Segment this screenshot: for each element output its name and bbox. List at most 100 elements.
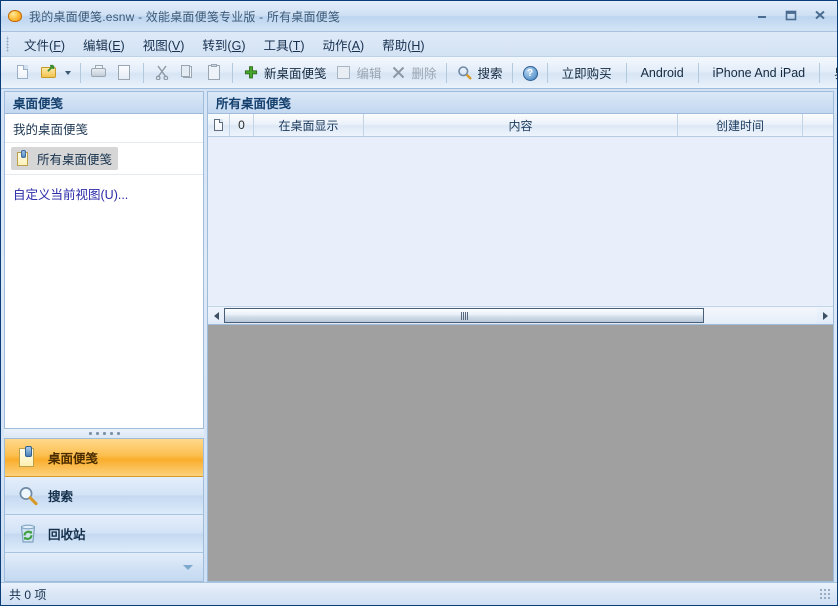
edit-label: 编辑 <box>356 67 382 81</box>
copy-icon <box>179 64 197 82</box>
iphone-label: iPhone And iPad <box>712 65 806 80</box>
edit-note-button[interactable]: 编辑 <box>331 61 386 85</box>
printer-icon <box>90 64 108 82</box>
skin-label: 界面风格 <box>834 63 838 82</box>
recycle-bin-icon <box>17 523 39 545</box>
body-area: 桌面便笺 我的桌面便笺 所有桌面便笺 自定义当前视图(U)... 桌面便笺 搜索… <box>1 89 837 582</box>
right-panel-header: 所有桌面便笺 <box>207 91 834 113</box>
menu-label: 转到 <box>202 38 228 53</box>
toolbar-separator <box>80 62 81 83</box>
help-question-icon: ? <box>522 65 538 81</box>
nav-button-recycle-bin[interactable]: 回收站 <box>5 515 203 553</box>
left-panel-header: 桌面便笺 <box>4 91 204 113</box>
cut-button[interactable] <box>149 61 175 85</box>
note-preview-pane[interactable] <box>207 325 834 582</box>
menu-mnemonic: F <box>53 38 61 53</box>
window-title: 我的桌面便笺.esnw - 效能桌面便笺专业版 - 所有桌面便笺 <box>29 9 341 24</box>
column-header-content[interactable]: 内容 <box>364 114 678 136</box>
menu-label: 编辑 <box>83 38 109 53</box>
buy-now-button[interactable]: 立即购买 <box>553 61 621 85</box>
nav-overflow-area[interactable] <box>5 553 203 581</box>
page-icon <box>214 119 223 131</box>
notes-list-rows[interactable] <box>208 137 833 306</box>
menu-drag-grip[interactable] <box>5 36 11 52</box>
notes-list-view[interactable]: 0 在桌面显示 内容 创建时间 <box>207 113 834 325</box>
tree-item-all-notes[interactable]: 所有桌面便笺 <box>11 147 119 170</box>
thumb-grip-icon <box>460 311 468 320</box>
toolbar-separator <box>625 62 627 83</box>
navigation-buttons: 桌面便笺 搜索 回收站 <box>4 438 204 582</box>
menu-label: 工具 <box>263 38 289 53</box>
note-icon <box>15 149 31 167</box>
maximize-button[interactable] <box>777 5 804 24</box>
print-preview-button[interactable] <box>112 61 138 85</box>
menu-mnemonic: G <box>231 38 242 53</box>
menu-mnemonic: A <box>351 38 361 53</box>
scissors-icon <box>153 64 171 82</box>
scroll-left-button[interactable] <box>208 308 224 323</box>
iphone-ipad-button[interactable]: iPhone And iPad <box>704 61 814 85</box>
open-folder-icon <box>40 64 58 82</box>
column-header-spacer[interactable] <box>803 114 833 136</box>
open-dropdown-caret[interactable] <box>65 70 71 75</box>
delete-label: 删除 <box>411 67 437 81</box>
minimize-button[interactable] <box>748 5 775 24</box>
menu-item-actions[interactable]: 动作(A) <box>314 32 374 57</box>
status-bar: 共 0 项 <box>1 582 837 605</box>
menu-item-tools[interactable]: 工具(T) <box>255 32 314 57</box>
print-button[interactable] <box>86 61 112 85</box>
chevron-down-icon[interactable] <box>183 564 193 570</box>
nav-button-search[interactable]: 搜索 <box>5 477 203 515</box>
nav-button-desktop-notes[interactable]: 桌面便笺 <box>5 439 203 477</box>
resize-grip-icon[interactable] <box>819 588 831 600</box>
paste-button[interactable] <box>201 61 227 85</box>
tree-group-label: 我的桌面便笺 <box>5 114 203 143</box>
column-header-show-on-desktop[interactable]: 在桌面显示 <box>254 114 364 136</box>
menu-item-help[interactable]: 帮助(H) <box>373 32 433 57</box>
menu-item-file[interactable]: 文件(F) <box>15 32 74 57</box>
nav-button-label: 桌面便笺 <box>48 452 99 466</box>
open-file-button[interactable] <box>36 61 75 85</box>
column-header-attachment-icon[interactable]: 0 <box>230 114 254 136</box>
note-icon <box>17 445 39 469</box>
android-button[interactable]: Android <box>632 61 693 85</box>
sticky-note-app-icon[interactable] <box>7 8 23 24</box>
search-button[interactable]: 搜索 <box>452 61 507 85</box>
navigation-tree[interactable]: 我的桌面便笺 所有桌面便笺 自定义当前视图(U)... <box>4 113 204 429</box>
column-header-page-icon[interactable] <box>208 114 230 136</box>
help-button[interactable]: ? <box>518 61 542 85</box>
new-page-icon <box>14 64 32 82</box>
copy-button[interactable] <box>175 61 201 85</box>
paste-icon <box>205 63 223 82</box>
toolbar-separator <box>546 62 548 83</box>
tree-divider <box>5 174 203 175</box>
delete-note-button[interactable]: 删除 <box>386 61 441 85</box>
customize-view-link[interactable]: 自定义当前视图(U)... <box>13 184 195 203</box>
magnifier-icon <box>456 64 474 82</box>
title-bar: 我的桌面便笺.esnw - 效能桌面便笺专业版 - 所有桌面便笺 <box>1 1 837 32</box>
column-header-created-time[interactable]: 创建时间 <box>678 114 803 136</box>
toolbar-separator <box>697 62 699 83</box>
menu-item-view[interactable]: 视图(V) <box>134 32 194 57</box>
horizontal-scrollbar[interactable] <box>208 306 833 324</box>
skin-style-button[interactable]: 界面风格 <box>825 61 838 85</box>
menu-mnemonic: H <box>411 38 421 53</box>
menu-item-edit[interactable]: 编辑(E) <box>74 32 134 57</box>
new-file-button[interactable] <box>10 61 36 85</box>
scrollbar-thumb[interactable] <box>224 308 705 323</box>
close-button[interactable] <box>806 5 833 24</box>
menu-label: 帮助 <box>382 38 408 53</box>
left-panel: 桌面便笺 我的桌面便笺 所有桌面便笺 自定义当前视图(U)... 桌面便笺 搜索… <box>4 91 204 582</box>
right-panel: 所有桌面便笺 0 在桌面显示 内容 创建时间 <box>207 91 834 582</box>
menu-item-goto[interactable]: 转到(G) <box>193 32 254 57</box>
menu-label: 动作 <box>322 38 348 53</box>
menu-mnemonic: T <box>292 38 301 53</box>
application-window: 我的桌面便笺.esnw - 效能桌面便笺专业版 - 所有桌面便笺 文件(F) 编… <box>0 0 838 606</box>
left-panel-splitter[interactable] <box>4 429 204 438</box>
new-note-button[interactable]: 新桌面便笺 <box>238 61 331 85</box>
magnifier-icon <box>17 485 39 507</box>
splitter-grip <box>87 432 121 435</box>
scrollbar-track[interactable] <box>224 308 817 323</box>
scroll-right-button[interactable] <box>817 308 833 323</box>
toolbar-separator <box>511 62 513 83</box>
